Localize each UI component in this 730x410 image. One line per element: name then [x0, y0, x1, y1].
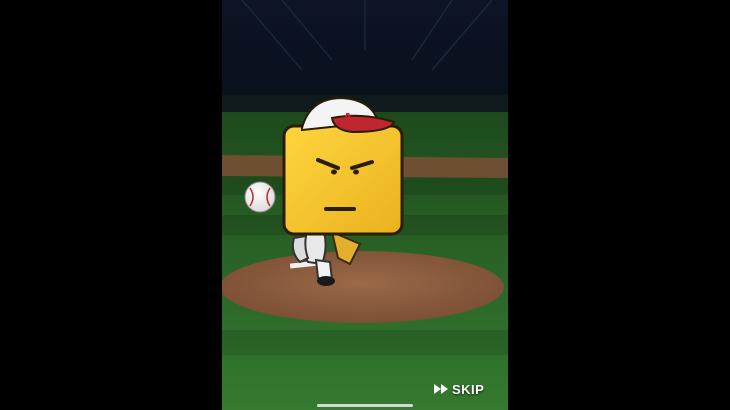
pitcher-head — [282, 124, 404, 236]
game-scene: A — [222, 0, 508, 410]
cap-logo: A — [342, 111, 354, 128]
pitch-animation: A — [222, 0, 508, 410]
skip-button[interactable]: SKIP — [434, 379, 484, 399]
baseball — [244, 181, 276, 213]
pitchers-mound — [222, 251, 504, 323]
home-indicator[interactable] — [317, 404, 413, 407]
letterbox-right — [508, 0, 730, 410]
letterbox-left — [0, 0, 222, 410]
fast-forward-icon — [434, 384, 448, 394]
skip-label: SKIP — [452, 381, 485, 397]
